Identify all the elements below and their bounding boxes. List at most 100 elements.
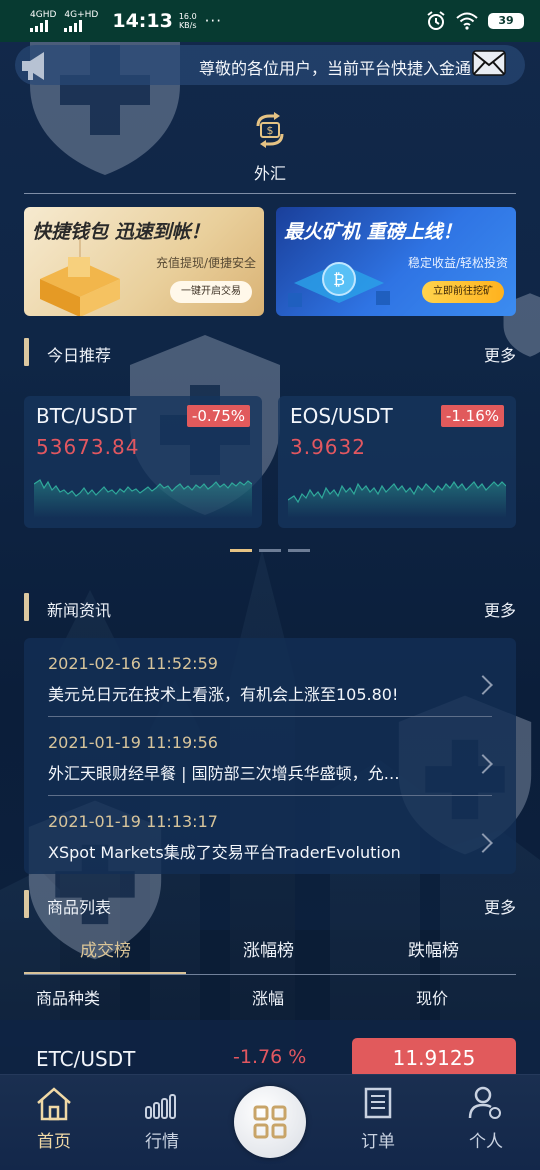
divider: [24, 193, 516, 194]
chevron-right-icon: [473, 833, 493, 853]
mail-icon[interactable]: [472, 48, 506, 78]
signal-1: 4GHD: [30, 9, 57, 32]
section-marker: [24, 593, 29, 621]
banner-title: 最火矿机 重磅上线！: [284, 221, 462, 243]
wallet-promo-banner[interactable]: 快捷钱包 迅速到帐！ 充值提现/便捷安全 一键开启交易: [24, 207, 264, 316]
chevron-right-icon: [473, 675, 493, 695]
column-header-pair: 商品种类: [36, 989, 101, 1008]
nav-label: 首页: [37, 1132, 71, 1152]
news-item[interactable]: 2021-02-16 11:52:59 美元兑日元在技术上看涨，有机会上涨至10…: [24, 638, 516, 716]
column-header-price: 现价: [416, 989, 449, 1008]
section-title: 新闻资讯: [47, 601, 112, 620]
change-badge: -1.16%: [440, 405, 504, 427]
more-notifications: ···: [204, 12, 222, 30]
nav-market[interactable]: 行情: [122, 1085, 202, 1152]
pair-name: EOS/USDT: [290, 404, 393, 428]
speed-unit: KB/s: [178, 21, 197, 30]
nav-home[interactable]: 首页: [14, 1085, 94, 1152]
products-header: 商品列表 更多: [24, 890, 516, 918]
wallet-illustration-icon: [40, 239, 120, 316]
tab-volume[interactable]: 成交榜: [80, 936, 131, 961]
banner-title: 快捷钱包 迅速到帐！: [32, 221, 210, 243]
market-card-eos[interactable]: EOS/USDT -1.16% 3.9632: [278, 396, 516, 528]
price: 3.9632: [290, 435, 366, 459]
network-indicators: 4GHD 4G+HD: [30, 9, 99, 32]
nav-profile[interactable]: 个人: [446, 1085, 526, 1152]
notice-text: 尊敬的各位用户，当前平台快捷入金通: [198, 59, 471, 78]
currency-exchange-icon: $: [256, 112, 284, 148]
more-link[interactable]: 更多: [484, 597, 516, 621]
chevron-right-icon: [473, 754, 493, 774]
tab-losers[interactable]: 跌幅榜: [408, 936, 459, 961]
news-header: 新闻资讯 更多: [24, 593, 516, 621]
sparkline-chart: [34, 479, 252, 518]
change-badge: -0.75%: [186, 405, 250, 427]
orders-scroll-icon: [364, 1087, 392, 1119]
status-bar: 4GHD 4G+HD 14:13 16.0 KB/s ··· 39: [0, 0, 540, 42]
go-mining-button[interactable]: 立即前往挖矿: [422, 281, 504, 303]
nav-label: 订单: [361, 1132, 395, 1152]
wifi-icon: [456, 12, 478, 30]
clock: 14:13: [112, 10, 173, 32]
nav-orders[interactable]: 订单: [338, 1085, 418, 1152]
news-title: 美元兑日元在技术上看涨，有机会上涨至105.80!: [48, 685, 399, 704]
market-card-btc[interactable]: BTC/USDT -0.75% 53673.84: [24, 396, 262, 528]
more-link[interactable]: 更多: [484, 894, 516, 918]
carousel-dot: [288, 549, 310, 552]
home-icon: [37, 1087, 71, 1121]
product-tabs: 成交榜 涨幅榜 跌幅榜: [24, 932, 516, 974]
news-item[interactable]: 2021-01-19 11:13:17 XSpot Markets集成了交易平台…: [24, 796, 516, 874]
more-link[interactable]: 更多: [484, 342, 516, 366]
column-header-change: 涨幅: [252, 989, 285, 1008]
speed-value: 16.0: [178, 12, 197, 21]
speaker-icon: [22, 52, 44, 80]
signal-2: 4G+HD: [64, 9, 99, 32]
section-title: 商品列表: [47, 898, 112, 917]
nav-label: 行情: [145, 1132, 179, 1152]
row-change: -1.76 %: [233, 1046, 307, 1068]
svg-text:$: $: [267, 124, 274, 137]
signal-bars-icon: [64, 19, 83, 32]
section-title: 今日推荐: [47, 346, 112, 365]
row-price-badge: 11.9125: [352, 1038, 516, 1078]
news-date: 2021-01-19 11:13:17: [48, 812, 218, 831]
grid-menu-icon: [253, 1105, 287, 1139]
market-chart-icon: [145, 1094, 176, 1119]
carousel-dot: [259, 549, 281, 552]
alarm-icon: [427, 11, 445, 30]
carousel-indicator: [230, 549, 310, 552]
battery-icon: 39: [488, 13, 524, 29]
forex-entry[interactable]: $ 外汇: [230, 112, 310, 184]
network-speed: 16.0 KB/s: [179, 12, 197, 30]
center-menu-button[interactable]: [234, 1086, 306, 1158]
news-date: 2021-01-19 11:19:56: [48, 733, 218, 752]
section-marker: [24, 890, 29, 918]
news-list: 2021-02-16 11:52:59 美元兑日元在技术上看涨，有机会上涨至10…: [24, 638, 516, 874]
pair-name: BTC/USDT: [36, 404, 137, 428]
user-settings-icon: [468, 1086, 501, 1119]
tab-gainers[interactable]: 涨幅榜: [243, 936, 294, 961]
news-item[interactable]: 2021-01-19 11:19:56 外汇天眼财经早餐 | 国防部三次增兵华盛…: [24, 717, 516, 795]
nav-label: 个人: [469, 1132, 503, 1152]
status-icons: 39: [426, 11, 524, 31]
news-title: 外汇天眼财经早餐 | 国防部三次增兵华盛顿，允…: [48, 764, 400, 783]
svg-text:₿: ₿: [333, 270, 345, 289]
network-type-label: 4GHD: [30, 9, 57, 20]
mining-promo-banner[interactable]: ₿ 最火矿机 重磅上线！ 稳定收益/轻松投资 立即前往挖矿: [276, 207, 516, 316]
news-title: XSpot Markets集成了交易平台TraderEvolution: [48, 843, 401, 862]
section-marker: [24, 338, 29, 366]
mining-illustration-icon: ₿: [288, 262, 390, 307]
signal-bars-icon: [30, 19, 48, 32]
row-pair: ETC/USDT: [36, 1047, 136, 1071]
carousel-dot-active: [230, 549, 252, 552]
notice-bar[interactable]: 尊敬的各位用户，当前平台快捷入金通: [15, 45, 525, 85]
forex-label: 外汇: [253, 164, 286, 183]
divider: [24, 974, 516, 975]
network-type-label: 4G+HD: [64, 9, 99, 20]
banner-subtitle: 充值提现/便捷安全: [155, 256, 256, 270]
today-recommend-header: 今日推荐 更多: [24, 338, 516, 366]
sparkline-chart: [288, 480, 506, 518]
banner-subtitle: 稳定收益/轻松投资: [407, 256, 508, 270]
start-trading-button[interactable]: 一键开启交易: [170, 281, 252, 303]
price: 53673.84: [36, 435, 140, 459]
